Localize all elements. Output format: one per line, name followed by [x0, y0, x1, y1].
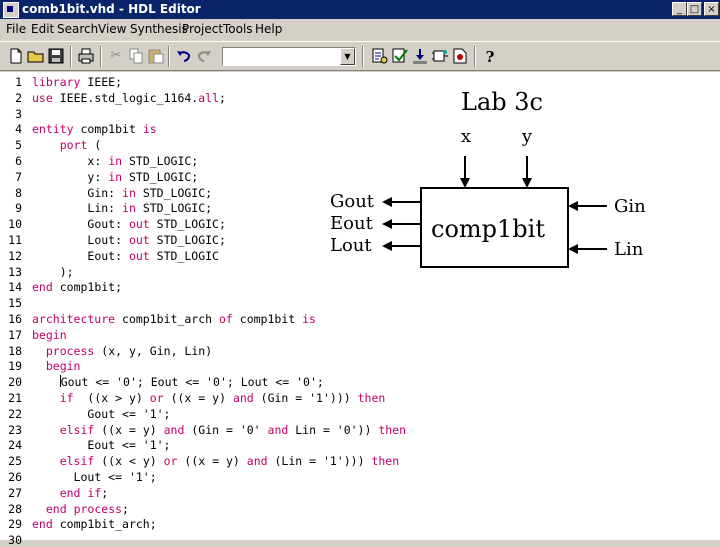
copy-icon[interactable]: [126, 46, 146, 66]
block-label: comp1bit: [431, 215, 545, 243]
paste-icon[interactable]: [146, 46, 166, 66]
cut-icon[interactable]: ✂: [106, 46, 126, 66]
toolbar-separator: [168, 46, 170, 67]
comp1bit-block-diagram: Lab 3c x y comp1bit Gout Eout Lout Gin L…: [330, 88, 646, 268]
close-button[interactable]: ×: [704, 2, 719, 16]
input-label-lin: Lin: [614, 239, 644, 260]
code-editor[interactable]: 1 2 3 4 5 6 7 8 9 10 11 12 13 14 15 16 17 18 19 20 21 22 23 24 2…: [0, 72, 720, 547]
menu-search[interactable]: Search: [57, 22, 98, 36]
print-icon[interactable]: [76, 46, 96, 66]
output-label-lout: Lout: [330, 235, 372, 256]
syntax-check-icon[interactable]: [370, 46, 390, 66]
toolbar-separator: [362, 46, 364, 67]
input-label-y: y: [521, 126, 533, 147]
menu-file[interactable]: File: [6, 22, 26, 36]
svg-text:?: ?: [486, 48, 495, 66]
output-label-gout: Gout: [330, 191, 375, 212]
toolbar-separator: [100, 46, 102, 67]
minimize-button[interactable]: _: [672, 2, 687, 16]
undo-icon[interactable]: [174, 46, 194, 66]
menu-edit[interactable]: Edit: [31, 22, 54, 36]
menu-synthesis[interactable]: Synthesis: [130, 22, 188, 36]
open-folder-icon[interactable]: [26, 46, 46, 66]
app-icon[interactable]: [3, 2, 19, 18]
download-icon[interactable]: [410, 46, 430, 66]
maximize-button[interactable]: □: [687, 2, 702, 16]
input-label-gin: Gin: [614, 196, 646, 217]
toolbar-separator: [70, 46, 72, 67]
help-icon[interactable]: ?: [480, 46, 500, 66]
diagram-title: Lab 3c: [461, 88, 543, 116]
toolbar-combo[interactable]: ▼: [222, 47, 356, 66]
menu-help[interactable]: Help: [255, 22, 282, 36]
input-label-x: x: [461, 126, 471, 147]
menu-bar: File Edit Search View Synthesis Project …: [0, 19, 720, 41]
title-bar: comb1bit.vhd - HDL Editor _ □ ×: [0, 0, 720, 19]
menu-tools[interactable]: Tools: [223, 22, 253, 36]
language-assistant-icon[interactable]: [450, 46, 470, 66]
window-title: comb1bit.vhd - HDL Editor: [22, 2, 201, 16]
toolbar: ✂ ▼ ?: [0, 41, 720, 71]
save-icon[interactable]: [46, 46, 66, 66]
menu-project[interactable]: Project: [182, 22, 223, 36]
check-icon[interactable]: [390, 46, 410, 66]
output-label-eout: Eout: [330, 213, 374, 234]
design-wizard-icon[interactable]: [430, 46, 450, 66]
redo-icon[interactable]: [194, 46, 214, 66]
menu-view[interactable]: View: [98, 22, 126, 36]
toolbar-separator: [474, 46, 476, 67]
chevron-down-icon[interactable]: ▼: [340, 48, 355, 65]
new-file-icon[interactable]: [6, 46, 26, 66]
